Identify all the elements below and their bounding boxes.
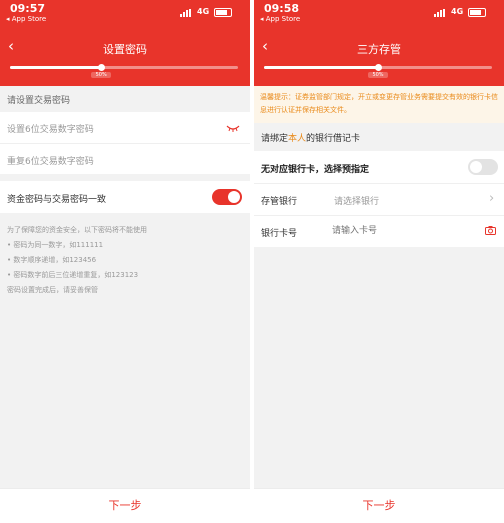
card-label: 银行卡号 bbox=[261, 229, 298, 239]
header: 09:57 ◂ App Store 4G ‹ 设置密码 50% bbox=[0, 0, 250, 86]
status-bar: 09:58 ◂ App Store 4G bbox=[254, 0, 504, 28]
camera-icon[interactable] bbox=[485, 226, 496, 235]
tip-line: • 密码数字前后三位递增重复，如123123 bbox=[7, 271, 139, 279]
tip-line: 密码设置完成后，请妥善保管 bbox=[7, 286, 98, 294]
progress-knob bbox=[375, 64, 382, 71]
status-bar: 09:57 ◂ App Store 4G bbox=[0, 0, 250, 28]
eye-closed-icon[interactable] bbox=[226, 124, 240, 132]
confirm-password-placeholder: 重复6位交易数字密码 bbox=[7, 157, 94, 167]
progress-bar bbox=[264, 64, 492, 71]
bank-select-row[interactable]: 存管银行 请选择银行 › bbox=[254, 184, 504, 215]
progress-label: 50% bbox=[91, 72, 112, 78]
section-title-pre: 请绑定 bbox=[261, 134, 289, 144]
same-password-row: 资金密码与交易密码一致 bbox=[0, 181, 250, 213]
no-card-row: 无对应银行卡，选择预指定 bbox=[254, 151, 504, 183]
progress-bar bbox=[10, 64, 238, 71]
bank-label: 存管银行 bbox=[261, 197, 298, 207]
status-back-to-app-store[interactable]: ◂ App Store bbox=[260, 15, 300, 23]
section-title-emphasis: 本人 bbox=[288, 134, 307, 144]
page-title: 设置密码 bbox=[103, 43, 147, 56]
next-step-button[interactable]: 下一步 bbox=[0, 488, 250, 523]
signal-icon bbox=[180, 9, 194, 17]
battery-icon bbox=[214, 8, 232, 17]
notice-text: 温馨提示：证券监管部门规定，开立或变更存管业务需要提交有效的银行卡信息进行认证并… bbox=[260, 93, 498, 114]
progress-fill bbox=[264, 66, 378, 69]
section-title-post: 的银行借记卡 bbox=[306, 134, 361, 144]
network-type: 4G bbox=[451, 7, 464, 16]
status-back-to-app-store[interactable]: ◂ App Store bbox=[6, 15, 46, 23]
tip-line: 为了保障您的资金安全，以下密码将不能使用 bbox=[7, 226, 147, 234]
progress-fill bbox=[10, 66, 102, 69]
status-time: 09:58 bbox=[264, 2, 300, 15]
tip-line: • 数字顺序递增，如123456 bbox=[7, 256, 97, 264]
chevron-right-icon: › bbox=[489, 191, 495, 206]
trade-password-field[interactable]: 设置6位交易数字密码 bbox=[0, 112, 250, 143]
status-time: 09:57 bbox=[10, 2, 46, 15]
progress-label: 50% bbox=[368, 72, 388, 78]
section-title: 请设置交易密码 bbox=[7, 96, 71, 106]
same-password-toggle[interactable] bbox=[212, 189, 242, 205]
page-title: 三方存管 bbox=[357, 43, 401, 56]
screen-set-password: 09:57 ◂ App Store 4G ‹ 设置密码 50% 请设置交易密码 … bbox=[0, 0, 250, 523]
screen-depository: 09:58 ◂ App Store 4G ‹ 三方存管 50% 温馨提示：证券监… bbox=[254, 0, 504, 523]
no-card-toggle[interactable] bbox=[468, 159, 498, 175]
card-number-row: 银行卡号 bbox=[254, 216, 504, 247]
battery-icon bbox=[468, 8, 486, 17]
header: 09:58 ◂ App Store 4G ‹ 三方存管 50% bbox=[254, 0, 504, 86]
bank-placeholder: 请选择银行 bbox=[334, 197, 380, 207]
section-title: 请绑定本人的银行借记卡 bbox=[261, 131, 360, 144]
no-card-label: 无对应银行卡，选择预指定 bbox=[261, 165, 370, 175]
notice-banner: 温馨提示：证券监管部门规定，开立或变更存管业务需要提交有效的银行卡信息进行认证并… bbox=[254, 86, 504, 123]
card-number-input[interactable] bbox=[332, 223, 472, 239]
confirm-password-field[interactable]: 重复6位交易数字密码 bbox=[0, 144, 250, 174]
trade-password-placeholder: 设置6位交易数字密码 bbox=[7, 125, 94, 135]
same-password-label: 资金密码与交易密码一致 bbox=[7, 195, 107, 205]
network-type: 4G bbox=[197, 7, 210, 16]
tip-line: • 密码为同一数字，如111111 bbox=[7, 241, 104, 249]
progress-knob bbox=[98, 64, 106, 71]
signal-icon bbox=[434, 9, 448, 17]
next-step-button[interactable]: 下一步 bbox=[254, 488, 504, 523]
password-rules: 为了保障您的资金安全，以下密码将不能使用 • 密码为同一数字，如111111 •… bbox=[7, 223, 147, 298]
